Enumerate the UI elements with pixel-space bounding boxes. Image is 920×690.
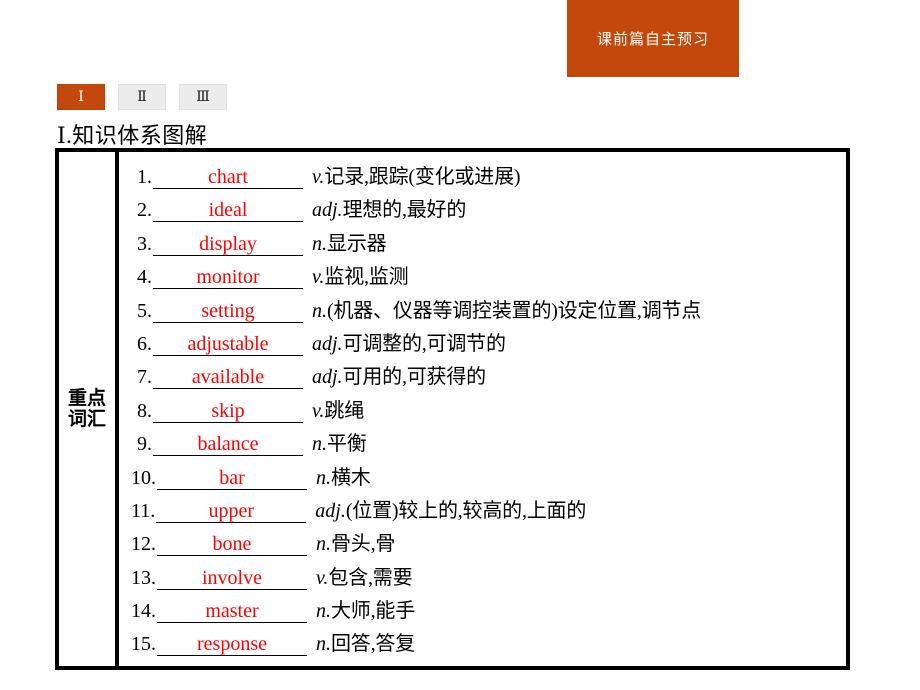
table-row-label: 重点词汇 [67, 387, 106, 430]
vocab-number: 4. [137, 266, 152, 289]
vocab-answer-blank[interactable]: balance [153, 434, 303, 457]
vocab-answer-blank[interactable]: bone [157, 534, 307, 557]
vocab-number: 2. [137, 199, 152, 222]
vocab-item: 13. involve v. 包含,需要 [131, 561, 846, 594]
vocab-definition: 回答,答复 [331, 633, 415, 656]
vocab-definition: 记录,跟踪(变化或进展) [324, 166, 521, 188]
vocab-definition: 包含,需要 [328, 566, 413, 589]
vocab-definition: (机器、仪器等调控装置的)设定位置,调节点 [327, 299, 702, 322]
vocab-pos: adj. [312, 366, 343, 389]
vocab-answer-blank[interactable]: chart [153, 167, 303, 189]
vocab-definition: 可调整的,可调节的 [342, 332, 506, 355]
tab-section-3[interactable]: Ⅲ [179, 84, 227, 110]
vocab-answer-blank[interactable]: master [157, 601, 307, 624]
vocab-answer-blank[interactable]: adjustable [153, 333, 303, 356]
vocab-number: 10. [131, 466, 156, 489]
vocab-item: 8. skip v. 跳绳 [131, 394, 846, 427]
vocab-answer-blank[interactable]: available [153, 367, 303, 390]
vocab-pos: n. [316, 533, 331, 556]
vocab-item: 15. response n. 回答,答复 [131, 627, 846, 660]
vocab-number: 3. [137, 232, 152, 255]
tab-section-3-label: Ⅲ [196, 89, 210, 105]
vocab-pos: n. [312, 433, 327, 456]
vocab-item: 3. display n. 显示器 [131, 227, 846, 260]
vocab-answer-blank[interactable]: setting [153, 300, 303, 323]
tab-section-1[interactable]: Ⅰ [57, 84, 105, 110]
vocab-answer-blank[interactable]: bar [157, 467, 307, 490]
vocab-answer-blank[interactable]: skip [153, 400, 303, 423]
vocab-pos: n. [316, 633, 331, 656]
vocab-number: 12. [131, 533, 156, 556]
vocab-definition: 理想的,最好的 [342, 199, 467, 222]
tab-section-2[interactable]: Ⅱ [118, 84, 166, 110]
vocab-pos: v. [312, 399, 325, 422]
vocab-answer-blank[interactable]: upper [156, 500, 307, 523]
vocab-definition: 骨头,骨 [331, 533, 396, 556]
vocab-item: 12. bone n. 骨头,骨 [131, 527, 846, 560]
vocab-item: 4. monitor v. 监视,监测 [131, 260, 846, 293]
vocab-pos: n. [312, 232, 327, 255]
vocab-answer-blank[interactable]: monitor [153, 267, 303, 290]
header-banner-label: 课前篇自主预习 [596, 31, 709, 48]
vocab-pos: v. [312, 166, 325, 188]
vocab-pos: adj. [312, 332, 343, 355]
vocab-pos: adj. [315, 499, 346, 522]
vocabulary-list: 1. chart v. 记录,跟踪(变化或进展) 2. ideal adj. 理… [119, 152, 846, 666]
vocab-pos: v. [312, 266, 325, 289]
vocab-pos: n. [312, 299, 327, 322]
vocab-item: 9. balance n. 平衡 [131, 427, 846, 460]
vocab-item: 5. setting n. (机器、仪器等调控装置的)设定位置,调节点 [131, 294, 846, 327]
vocab-item: 2. ideal adj. 理想的,最好的 [131, 193, 846, 226]
vocab-item: 14. master n. 大师,能手 [131, 594, 846, 627]
vocab-definition: 跳绳 [324, 399, 365, 422]
vocab-number: 9. [137, 433, 152, 456]
vocab-number: 8. [137, 399, 152, 422]
tab-section-2-label: Ⅱ [137, 89, 147, 105]
vocabulary-table: 重点词汇 1. chart v. 记录,跟踪(变化或进展) 2. ideal a… [55, 148, 850, 670]
vocab-answer-blank[interactable]: ideal [153, 200, 303, 223]
vocab-number: 14. [131, 600, 156, 623]
header-banner: 课前篇自主预习 [567, 0, 739, 77]
vocab-definition: 可用的,可获得的 [342, 366, 487, 389]
vocab-number: 1. [137, 166, 152, 188]
vocab-number: 6. [137, 332, 152, 355]
vocab-item: 11. upper adj. (位置)较上的,较高的,上面的 [131, 494, 846, 527]
vocab-pos: n. [316, 466, 331, 489]
section-heading: Ⅰ.知识体系图解 [57, 123, 208, 148]
vocab-number: 5. [137, 299, 152, 322]
vocab-definition: 平衡 [327, 433, 367, 456]
vocab-number: 11. [131, 499, 156, 522]
vocab-pos: adj. [312, 199, 343, 222]
vocab-definition: 横木 [331, 466, 371, 489]
vocab-pos: v. [316, 566, 329, 589]
vocab-answer-blank[interactable]: involve [157, 567, 307, 590]
vocab-number: 7. [137, 366, 152, 389]
vocab-answer-blank[interactable]: display [153, 233, 303, 256]
vocab-definition: 监视,监测 [324, 266, 409, 289]
table-row-label-cell: 重点词汇 [59, 152, 119, 666]
tab-strip: Ⅰ Ⅱ Ⅲ [57, 84, 227, 110]
vocab-number: 15. [131, 633, 156, 656]
vocab-pos: n. [316, 600, 331, 623]
vocab-item: 1. chart v. 记录,跟踪(变化或进展) [131, 160, 846, 193]
vocab-item: 10. bar n. 横木 [131, 461, 846, 494]
vocab-definition: 大师,能手 [331, 600, 415, 623]
vocab-item: 6. adjustable adj. 可调整的,可调节的 [131, 327, 846, 360]
vocab-number: 13. [131, 566, 156, 589]
vocab-item: 7. available adj. 可用的,可获得的 [131, 360, 846, 393]
tab-section-1-label: Ⅰ [78, 89, 84, 105]
vocab-definition: 显示器 [327, 232, 387, 255]
vocab-answer-blank[interactable]: response [157, 634, 307, 657]
vocab-definition: (位置)较上的,较高的,上面的 [345, 499, 587, 522]
